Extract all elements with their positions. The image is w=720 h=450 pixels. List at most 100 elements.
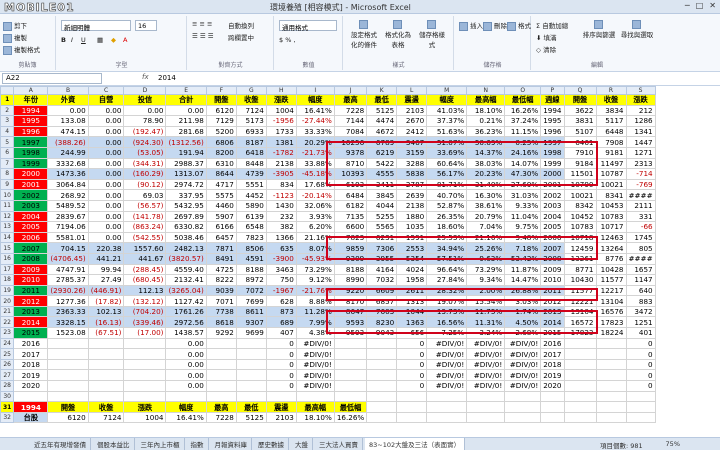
table-cell[interactable]	[540, 401, 565, 413]
summary-header-cell[interactable]: 最高	[205, 401, 237, 413]
table-cell[interactable]	[625, 401, 656, 413]
table-cell[interactable]: 1557.60	[123, 242, 167, 254]
table-cell[interactable]: 0	[396, 337, 428, 350]
column-header-s[interactable]: S	[625, 86, 656, 95]
table-cell[interactable]: (17.00)	[123, 327, 167, 339]
align-left-icon[interactable]: ☰ ☰ ☰	[192, 32, 214, 40]
table-cell[interactable]: (680.45)	[123, 274, 167, 286]
row-number[interactable]: 21	[0, 305, 15, 318]
row-number[interactable]: 27	[0, 369, 15, 382]
header-cell[interactable]: 收盤	[595, 94, 627, 106]
table-cell[interactable]: 36.23%	[466, 125, 506, 138]
table-cell[interactable]: -45.18%	[295, 168, 335, 180]
table-cell[interactable]	[625, 390, 656, 403]
table-cell[interactable]: 69.03	[123, 189, 167, 201]
table-cell[interactable]: 133.08	[47, 115, 89, 127]
header-cell[interactable]: 收盤	[235, 94, 267, 106]
table-cell[interactable]: 0.00	[87, 199, 125, 212]
table-cell[interactable]: 3.24%	[466, 327, 506, 339]
table-cell[interactable]: 2103	[396, 104, 428, 117]
table-cell[interactable]: 9.12%	[295, 274, 335, 286]
row-number[interactable]: 6	[0, 146, 15, 159]
table-cell[interactable]: 3622	[563, 104, 597, 117]
table-cell[interactable]	[235, 337, 267, 350]
table-cell[interactable]: 7.25%	[426, 327, 468, 339]
table-cell[interactable]: 805	[625, 242, 656, 254]
summary-value-cell[interactable]: 5125	[235, 411, 267, 424]
table-cell[interactable]: 13104	[595, 295, 627, 307]
row-number[interactable]: 4	[0, 125, 15, 138]
table-cell[interactable]: 2412	[396, 125, 428, 138]
table-cell[interactable]: 14.37%	[466, 146, 506, 159]
table-cell[interactable]: 4024	[396, 263, 428, 276]
table-cell[interactable]: 18224	[595, 327, 627, 339]
table-cell[interactable]: 0	[396, 380, 428, 392]
table-cell[interactable]: 0	[625, 348, 656, 360]
table-cell[interactable]: 1430	[265, 199, 297, 212]
table-cell[interactable]	[87, 369, 125, 382]
table-cell[interactable]: 1995	[13, 115, 49, 127]
table-cell[interactable]: 689	[265, 316, 297, 329]
table-cell[interactable]: ####	[625, 189, 656, 201]
table-cell[interactable]: 2016	[540, 337, 565, 350]
table-cell[interactable]	[595, 358, 627, 371]
table-cell[interactable]: -3905	[265, 168, 297, 180]
table-cell[interactable]: (16.13)	[87, 316, 125, 329]
table-cell[interactable]	[504, 411, 542, 424]
table-cell[interactable]: 6857	[366, 295, 398, 307]
table-cell[interactable]: 2553	[396, 242, 428, 254]
table-cell[interactable]: 0.00	[87, 189, 125, 201]
table-cell[interactable]: 11.75%	[466, 305, 506, 318]
zoom-level[interactable]: 75%	[666, 440, 680, 448]
table-cell[interactable]: 1880	[396, 210, 428, 223]
maximize-icon[interactable]: □	[696, 1, 704, 10]
row-number[interactable]: 31	[0, 401, 15, 413]
table-cell[interactable]: 27.69%	[504, 178, 542, 191]
table-cell[interactable]	[333, 337, 368, 350]
table-cell[interactable]: 8990	[333, 274, 368, 286]
table-cell[interactable]: 8448	[235, 157, 267, 170]
table-cell[interactable]: -27.44%	[295, 115, 335, 127]
table-cell[interactable]	[333, 390, 368, 403]
table-cell[interactable]: #DIV/0!	[426, 337, 468, 350]
table-cell[interactable]: 4725	[205, 263, 237, 276]
table-cell[interactable]	[396, 411, 428, 424]
table-cell[interactable]: 9220	[333, 284, 368, 297]
table-cell[interactable]: 19.07%	[426, 295, 468, 307]
table-cell[interactable]: 9593	[333, 316, 368, 329]
table-cell[interactable]: 4044	[366, 199, 398, 212]
table-cell[interactable]: 6457	[205, 231, 237, 244]
table-cell[interactable]: 0	[625, 369, 656, 382]
table-cell[interactable]: 8776	[595, 252, 627, 265]
column-header-h[interactable]: H	[265, 86, 297, 95]
sheet-tab[interactable]: 月報資料庫	[211, 438, 252, 450]
table-cell[interactable]	[563, 401, 597, 413]
table-cell[interactable]: 232	[265, 210, 297, 223]
table-cell[interactable]: (4706.45)	[47, 252, 89, 265]
table-cell[interactable]: 0.00	[165, 337, 207, 350]
header-cell[interactable]: 漲跌	[265, 94, 297, 106]
bold-button[interactable]: B	[61, 36, 66, 44]
table-cell[interactable]: 7603	[366, 305, 398, 318]
column-header-l[interactable]: L	[396, 86, 428, 95]
table-cell[interactable]: -66	[625, 221, 656, 233]
column-header-e[interactable]: E	[165, 86, 207, 95]
table-cell[interactable]	[563, 380, 597, 392]
table-cell[interactable]: 7072	[235, 284, 267, 297]
row-number[interactable]: 11	[0, 199, 15, 212]
table-cell[interactable]: 441.21	[87, 252, 125, 265]
row-number[interactable]: 8	[0, 168, 15, 180]
table-cell[interactable]	[235, 348, 267, 360]
table-cell[interactable]: (160.29)	[123, 168, 167, 180]
table-cell[interactable]	[563, 348, 597, 360]
table-cell[interactable]: 2007	[13, 242, 49, 254]
find-select-button[interactable]: 尋找與選取	[620, 20, 654, 39]
table-cell[interactable]: 2972.56	[165, 316, 207, 329]
table-cell[interactable]: 0.00	[87, 115, 125, 127]
summary-header-cell[interactable]: 收盤	[87, 401, 125, 413]
insert-button[interactable]: 插入	[459, 20, 483, 31]
table-cell[interactable]: 0.00	[165, 380, 207, 392]
table-cell[interactable]: 8222	[205, 274, 237, 286]
table-cell[interactable]	[123, 390, 167, 403]
sheet-tab[interactable]: 三大法人買賣	[315, 438, 363, 450]
